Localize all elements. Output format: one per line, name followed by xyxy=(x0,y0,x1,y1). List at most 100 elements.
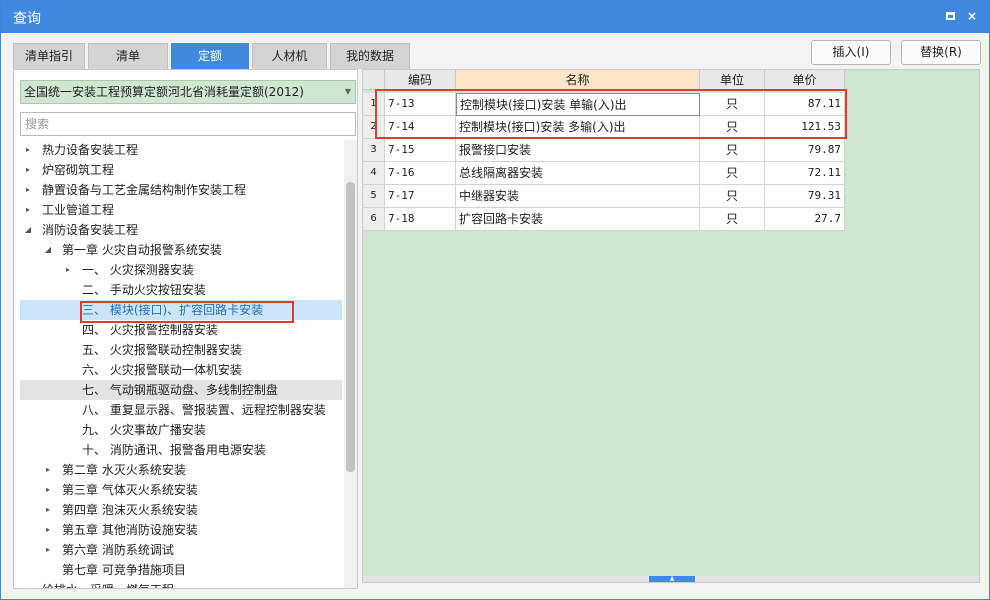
cell-unit[interactable]: 只 xyxy=(700,93,765,116)
header-name[interactable]: 名称 xyxy=(456,70,700,90)
tree-item[interactable]: 五、 火灾报警联动控制器安装 xyxy=(20,340,342,360)
window-title: 查询 xyxy=(13,11,41,27)
tree-item[interactable]: 八、 重复显示器、警报装置、远程控制器安装 xyxy=(20,400,342,420)
row-index: 1 xyxy=(363,93,385,116)
cell-unit[interactable]: 只 xyxy=(700,185,765,208)
replace-button[interactable]: 替换(R) xyxy=(901,40,981,65)
cell-price[interactable]: 79.31 xyxy=(765,185,845,208)
expand-arrow-icon[interactable]: ▸ xyxy=(42,500,54,520)
cell-name[interactable]: 总线隔离器安装 xyxy=(456,162,700,185)
tree-item[interactable]: ▸ 第五章 其他消防设施安装 xyxy=(20,520,342,540)
cell-price[interactable]: 121.53 xyxy=(765,116,845,139)
cell-name[interactable]: 报警接口安装 xyxy=(456,139,700,162)
tree-item-label: 第七章 可竞争措施项目 xyxy=(62,563,186,577)
tree-item-label: 九、 火灾事故广播安装 xyxy=(82,423,206,437)
header-code[interactable]: 编码 xyxy=(385,70,456,90)
tree-item-label: 热力设备安装工程 xyxy=(42,143,139,157)
cell-code[interactable]: 7-17 xyxy=(385,185,456,208)
cell-name[interactable]: 扩容回路卡安装 xyxy=(456,208,700,231)
header-unit[interactable]: 单位 xyxy=(700,70,765,90)
scroll-grip-icon[interactable]: ▲ xyxy=(649,576,695,582)
tree-item[interactable]: ▸ 第四章 泡沫灭火系统安装 xyxy=(20,500,342,520)
tree-item-label: 第五章 其他消防设施安装 xyxy=(62,523,198,537)
tab-bill-guide[interactable]: 清单指引 xyxy=(13,43,85,69)
search-input[interactable] xyxy=(25,117,345,131)
expand-arrow-icon[interactable]: ▸ xyxy=(42,480,54,500)
cell-unit[interactable]: 只 xyxy=(700,162,765,185)
expand-arrow-icon[interactable]: ▸ xyxy=(42,460,54,480)
tab-bill[interactable]: 清单 xyxy=(88,43,168,69)
cell-unit[interactable]: 只 xyxy=(700,208,765,231)
tab-quota[interactable]: 定额 xyxy=(171,43,249,69)
cell-price[interactable]: 27.7 xyxy=(765,208,845,231)
tree-item[interactable]: ◢ 第一章 火灾自动报警系统安装 xyxy=(20,240,342,260)
cell-price[interactable]: 72.11 xyxy=(765,162,845,185)
tree-item-label: 七、 气动钢瓶驱动盘、多线制控制盘 xyxy=(82,383,278,397)
quota-tree: ▸ 热力设备安装工程 ▸ 炉窑砌筑工程 ▸ 静置设备与工艺金属结构制作安装工程 … xyxy=(14,140,344,588)
insert-button[interactable]: 插入(I) xyxy=(811,40,891,65)
tree-item[interactable]: ▸ 工业管道工程 xyxy=(20,200,342,220)
tree-item-label: 十、 消防通讯、报警备用电源安装 xyxy=(82,443,266,457)
collapse-arrow-icon[interactable]: ◢ xyxy=(42,240,54,260)
tree-item-label: 消防设备安装工程 xyxy=(42,223,139,237)
expand-arrow-icon[interactable]: ▸ xyxy=(22,160,34,180)
expand-arrow-icon[interactable]: ▸ xyxy=(42,540,54,560)
quota-grid: 编码 名称 单位 单价 1 7-13 控制模块(接口)安装 单输(入)出 只 8… xyxy=(362,69,980,583)
tree-item[interactable]: 六、 火灾报警联动一体机安装 xyxy=(20,360,342,380)
tab-labor-material-machine[interactable]: 人材机 xyxy=(252,43,327,69)
restore-icon[interactable] xyxy=(941,7,959,25)
search-box[interactable] xyxy=(20,112,356,136)
tree-item[interactable]: ▸ 静置设备与工艺金属结构制作安装工程 xyxy=(20,180,342,200)
quota-library-select[interactable]: 全国统一安装工程预算定额河北省消耗量定额(2012) ▼ xyxy=(20,80,356,104)
tree-item-label: 六、 火灾报警联动一体机安装 xyxy=(82,363,242,377)
collapse-arrow-icon[interactable]: ◢ xyxy=(22,220,34,240)
tree-item-selected[interactable]: 三、 模块(接口)、扩容回路卡安装 xyxy=(20,300,342,320)
tree-item[interactable]: 二、 手动火灾按钮安装 xyxy=(20,280,342,300)
tab-my-data[interactable]: 我的数据 xyxy=(330,43,410,69)
cell-name[interactable]: 中继器安装 xyxy=(456,185,700,208)
tree-item[interactable]: ▸ 第六章 消防系统调试 xyxy=(20,540,342,560)
tree-item[interactable]: 十、 消防通讯、报警备用电源安装 xyxy=(20,440,342,460)
expand-arrow-icon[interactable]: ▸ xyxy=(22,580,34,588)
expand-arrow-icon[interactable]: ▸ xyxy=(62,260,74,280)
tree-item[interactable]: ◢ 消防设备安装工程 xyxy=(20,220,342,240)
close-icon[interactable]: × xyxy=(963,7,981,25)
cell-price[interactable]: 87.11 xyxy=(765,93,845,116)
tree-item[interactable]: ▸ 一、 火灾探测器安装 xyxy=(20,260,342,280)
tree-item-label: 静置设备与工艺金属结构制作安装工程 xyxy=(42,183,247,197)
tree-item[interactable]: ▸ 给排水、采暖、燃气工程 xyxy=(20,580,342,588)
tree-item[interactable]: ▸ 第二章 水灭火系统安装 xyxy=(20,460,342,480)
header-index xyxy=(363,70,385,90)
cell-name[interactable]: 控制模块(接口)安装 单输(入)出 xyxy=(456,93,700,116)
cell-name[interactable]: 控制模块(接口)安装 多输(入)出 xyxy=(456,116,700,139)
expand-arrow-icon[interactable]: ▸ xyxy=(22,200,34,220)
expand-arrow-icon[interactable]: ▸ xyxy=(22,140,34,160)
cell-unit[interactable]: 只 xyxy=(700,116,765,139)
cell-code[interactable]: 7-13 xyxy=(385,93,456,116)
expand-arrow-icon[interactable]: ▸ xyxy=(22,180,34,200)
cell-code[interactable]: 7-15 xyxy=(385,139,456,162)
header-price[interactable]: 单价 xyxy=(765,70,845,90)
tree-item[interactable]: ▸ 第三章 气体灭火系统安装 xyxy=(20,480,342,500)
tree-item-label: 第三章 气体灭火系统安装 xyxy=(62,483,198,497)
tree-item[interactable]: 第七章 可竞争措施项目 xyxy=(20,560,342,580)
query-window: 查询 × 清单指引 清单 定额 人材机 我的数据 插入(I) 替换(R) 全国统… xyxy=(0,0,990,600)
tree-item[interactable]: 四、 火灾报警控制器安装 xyxy=(20,320,342,340)
tree-item[interactable]: 九、 火灾事故广播安装 xyxy=(20,420,342,440)
row-index: 5 xyxy=(363,185,385,208)
title-bar: 查询 × xyxy=(1,1,989,33)
cell-code[interactable]: 7-14 xyxy=(385,116,456,139)
tree-scrollbar[interactable] xyxy=(344,140,357,588)
cell-unit[interactable]: 只 xyxy=(700,139,765,162)
tree-item[interactable]: ▸ 热力设备安装工程 xyxy=(20,140,342,160)
cell-price[interactable]: 79.87 xyxy=(765,139,845,162)
cell-code[interactable]: 7-18 xyxy=(385,208,456,231)
grid-scrollbar[interactable]: ▲ xyxy=(363,576,979,582)
tree-item[interactable]: ▸ 炉窑砌筑工程 xyxy=(20,160,342,180)
tree-item-label: 第四章 泡沫灭火系统安装 xyxy=(62,503,198,517)
tree-item-hovered[interactable]: 七、 气动钢瓶驱动盘、多线制控制盘 xyxy=(20,380,342,400)
chevron-down-icon[interactable]: ▼ xyxy=(345,81,351,103)
cell-code[interactable]: 7-16 xyxy=(385,162,456,185)
expand-arrow-icon[interactable]: ▸ xyxy=(42,520,54,540)
tree-scrollbar-thumb[interactable] xyxy=(346,182,355,472)
